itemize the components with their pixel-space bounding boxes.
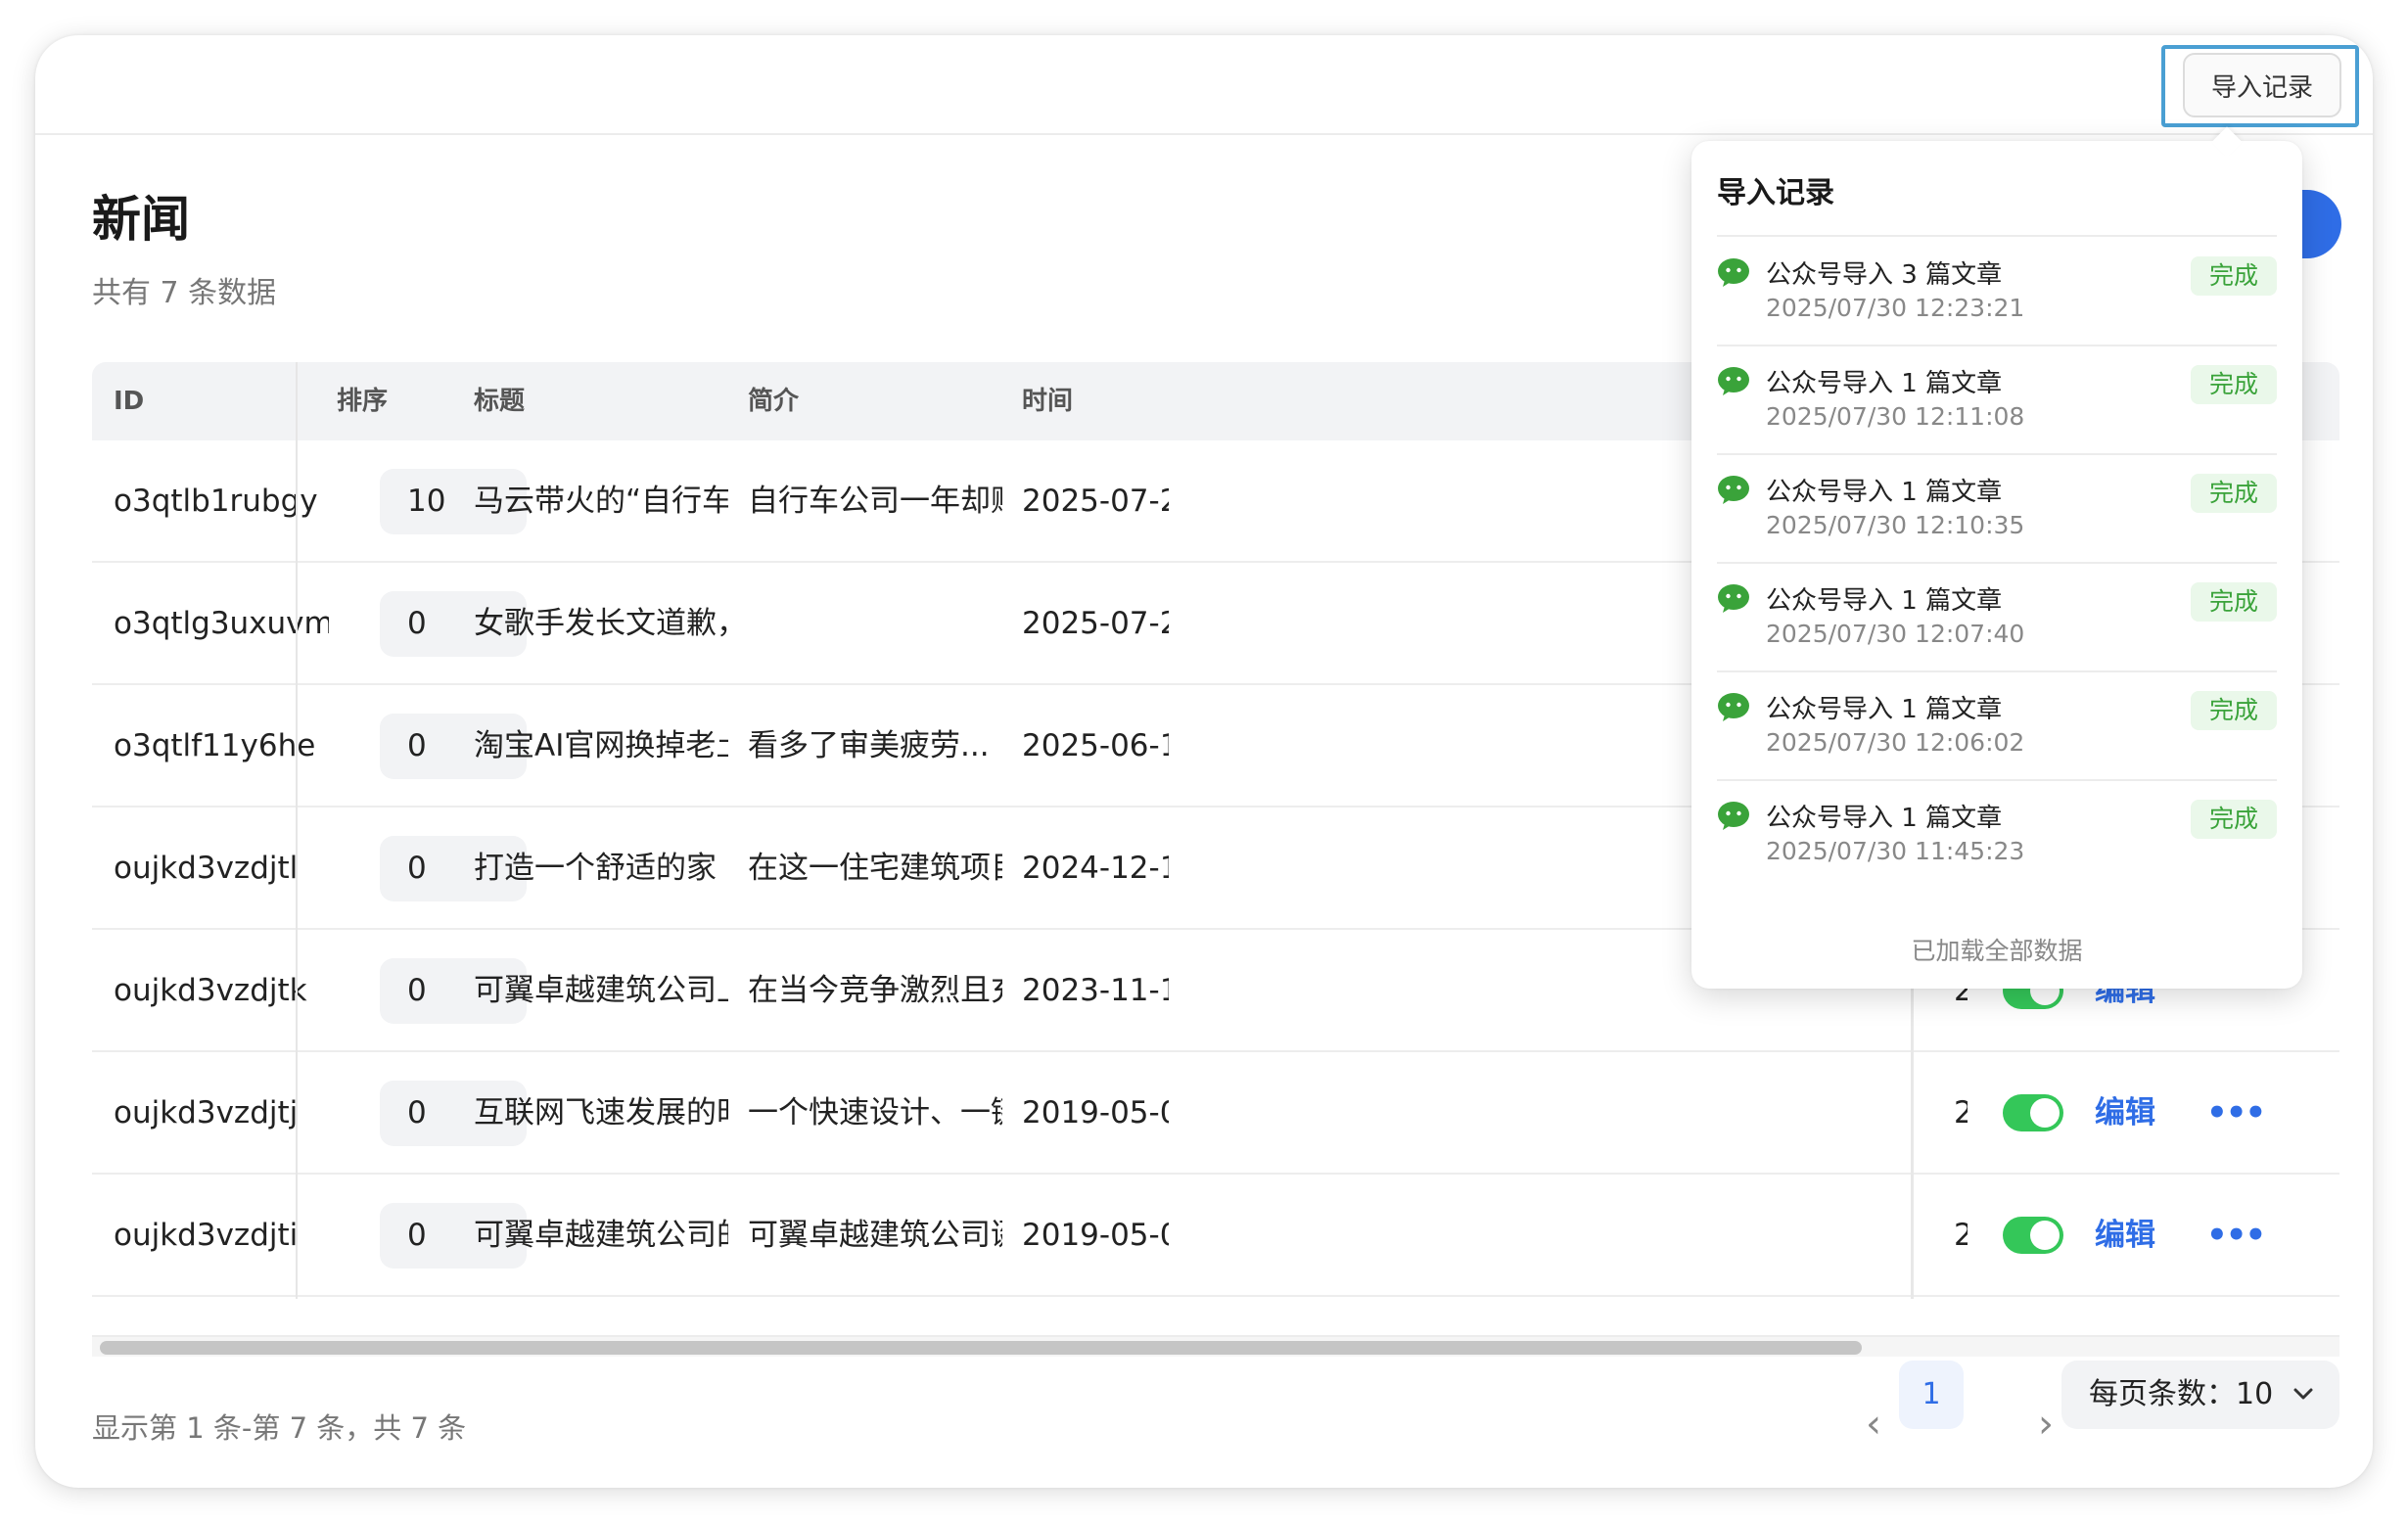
column-header-id: ID	[114, 387, 145, 416]
cell-title: 可翼卓越建筑公司的发展...	[474, 1218, 728, 1253]
record-title: 公众号导入 3 篇文章	[1766, 260, 2003, 290]
cell-time: 2023-11-11	[1022, 973, 1169, 1008]
column-header-intro: 简介	[748, 387, 800, 416]
record-time: 2025/07/30 12:06:02	[1766, 728, 2025, 757]
record-time: 2025/07/30 12:23:21	[1766, 294, 2025, 322]
edit-link[interactable]: 编辑	[2095, 1052, 2155, 1175]
wechat-icon	[1717, 474, 1750, 507]
cell-title: 马云带火的“自行车爱马...	[474, 484, 728, 519]
cell-time: 2025-06-19T08	[1022, 728, 1169, 763]
chevron-down-icon	[2292, 1361, 2314, 1455]
cell-intro: 自行车公司一年却赚不到...	[748, 484, 1002, 519]
wechat-icon	[1717, 365, 1750, 398]
column-header-sort: 排序	[337, 387, 389, 416]
import-record-item: 公众号导入 1 篇文章 2025/07/30 12:07:40 完成	[1717, 563, 2277, 672]
main-card: 导入记录 新闻 共有 7 条数据 加 ID 排序 标题 简介 时间 o3qtlb…	[35, 35, 2373, 1488]
import-record-item: 公众号导入 1 篇文章 2025/07/30 12:11:08 完成	[1717, 346, 2277, 455]
page-size-label: 每页条数：10	[2089, 1377, 2274, 1411]
page-size-select[interactable]: 每页条数：10	[2061, 1361, 2339, 1429]
cell-time: 2025-07-27T20	[1022, 606, 1169, 641]
record-time: 2025/07/30 12:07:40	[1766, 620, 2025, 648]
cell-intro: 一个快速设计、一键发布...	[748, 1095, 1002, 1131]
cell-title: 互联网飞速发展的时代，...	[474, 1095, 728, 1131]
status-badge: 完成	[2191, 256, 2277, 296]
record-time: 2025/07/30 11:45:23	[1766, 837, 2025, 865]
more-icon[interactable]: •••	[2206, 1175, 2266, 1297]
cell-time: 2024-12-17	[1022, 851, 1169, 886]
cell-truncated: 2	[1954, 1218, 1968, 1253]
cell-intro: 在这一住宅建筑项目中，...	[748, 851, 1002, 886]
record-time: 2025/07/30 12:10:35	[1766, 511, 2025, 539]
cell-time: 2019-05-08	[1022, 1095, 1169, 1131]
status-badge: 完成	[2191, 691, 2277, 730]
record-title: 公众号导入 1 篇文章	[1766, 478, 2003, 507]
popover-title: 导入记录	[1717, 176, 1834, 210]
status-toggle[interactable]	[2003, 1094, 2063, 1131]
table-row: oujkd3vzdjtj0互联网飞速发展的时代，...一个快速设计、一键发布..…	[92, 1052, 2339, 1175]
wechat-icon	[1717, 691, 1750, 724]
record-title: 公众号导入 1 篇文章	[1766, 695, 2003, 724]
import-record-item: 公众号导入 1 篇文章 2025/07/30 11:45:23 完成	[1717, 780, 2277, 890]
cell-title: 可翼卓越建筑公司上市：...	[474, 973, 728, 1008]
status-toggle[interactable]	[2003, 1217, 2063, 1254]
edit-link[interactable]: 编辑	[2095, 1175, 2155, 1297]
column-header-time: 时间	[1022, 387, 1074, 416]
record-title: 公众号导入 1 篇文章	[1766, 804, 2003, 833]
cell-intro: 可翼卓越建筑公司诞生于...	[748, 1218, 1002, 1253]
load-complete-text: 已加载全部数据	[1911, 937, 2083, 965]
import-record-item: 公众号导入 1 篇文章 2025/07/30 12:10:35 完成	[1717, 454, 2277, 564]
import-records-button[interactable]: 导入记录	[2183, 53, 2341, 117]
horizontal-scrollbar[interactable]	[92, 1335, 2339, 1357]
cell-time: 2019-05-08	[1022, 1218, 1169, 1253]
record-count: 共有 7 条数据	[92, 276, 277, 310]
record-title: 公众号导入 1 篇文章	[1766, 369, 2003, 398]
page-number-button[interactable]: 1	[1899, 1361, 1964, 1429]
status-badge: 完成	[2191, 474, 2277, 513]
cell-title: 女歌手发长文道歉，上海...	[474, 606, 728, 641]
wechat-icon	[1717, 800, 1750, 833]
cell-title: 打造一个舒适的家	[474, 851, 717, 886]
import-records-popover: 导入记录 公众号导入 3 篇文章 2025/07/30 12:23:21 完成 …	[1691, 126, 2302, 989]
cell-title: 淘宝AI官网换掉老土的科...	[474, 728, 728, 763]
cell-intro: 在当今竞争激烈且充满机...	[748, 973, 1002, 1008]
cell-time: 2025-07-26T18:	[1022, 484, 1169, 519]
wechat-icon	[1717, 582, 1750, 616]
column-divider	[296, 362, 298, 1299]
status-badge: 完成	[2191, 365, 2277, 404]
record-time: 2025/07/30 12:11:08	[1766, 402, 2025, 431]
cell-intro	[748, 563, 1002, 685]
status-badge: 完成	[2191, 800, 2277, 839]
import-record-item: 公众号导入 3 篇文章 2025/07/30 12:23:21 完成	[1717, 237, 2277, 346]
cell-truncated: 2	[1954, 1095, 1968, 1131]
status-badge: 完成	[2191, 582, 2277, 622]
cell-intro: 看多了审美疲劳...	[748, 728, 990, 763]
top-bar: 导入记录	[35, 35, 2373, 135]
scrollbar-thumb[interactable]	[100, 1341, 1862, 1355]
import-record-item: 公众号导入 1 篇文章 2025/07/30 12:06:02 完成	[1717, 671, 2277, 781]
table-row: oujkd3vzdjti0可翼卓越建筑公司的发展...可翼卓越建筑公司诞生于..…	[92, 1175, 2339, 1297]
column-header-title: 标题	[474, 387, 526, 416]
chevron-left-icon[interactable]: ‹	[1844, 1392, 1903, 1460]
wechat-icon	[1717, 256, 1750, 290]
pagination-summary: 显示第 1 条-第 7 条，共 7 条	[92, 1411, 467, 1445]
page-title: 新闻	[92, 191, 190, 248]
more-icon[interactable]: •••	[2206, 1052, 2266, 1175]
record-title: 公众号导入 1 篇文章	[1766, 586, 2003, 616]
